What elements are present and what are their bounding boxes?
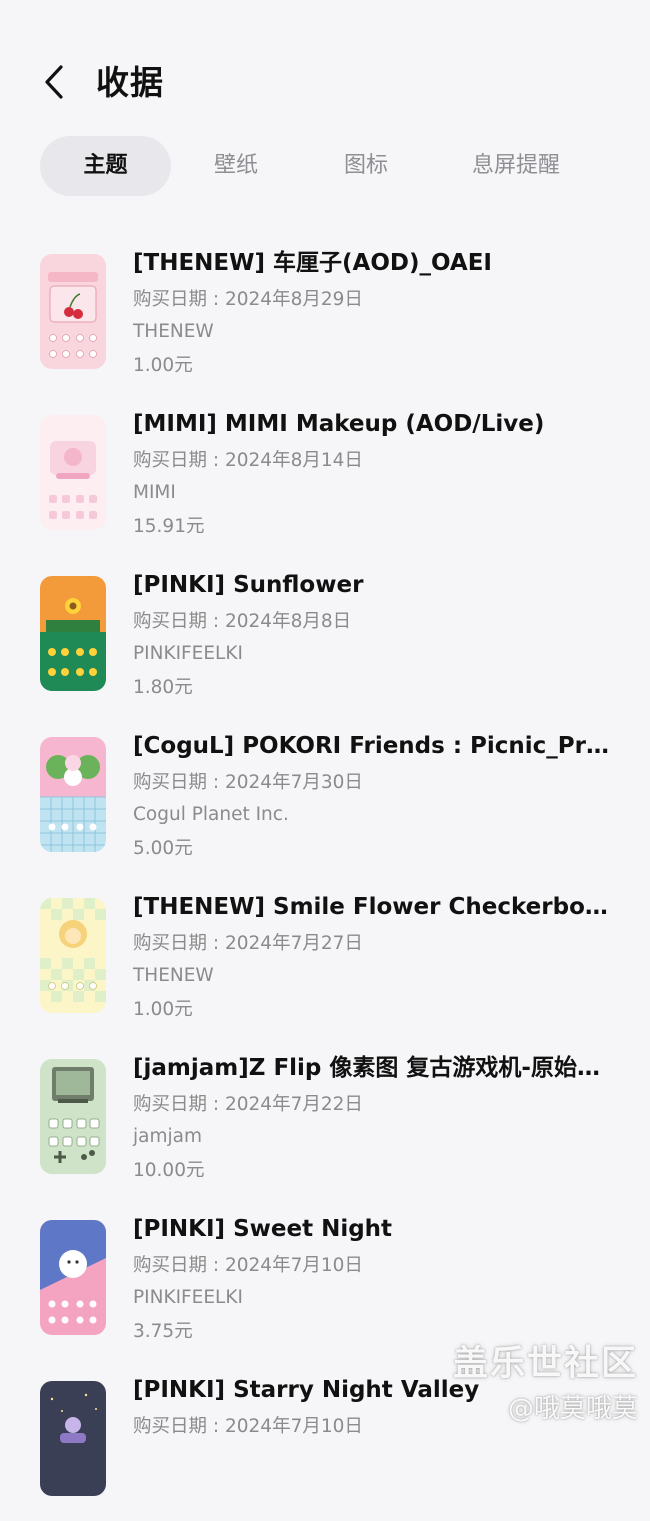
watermark-user: @哦莫哦莫 <box>507 1394 638 1424</box>
watermark-brand: 盖乐世社区 <box>452 1344 638 1384</box>
item-title: [MIMI] MIMI Makeup (AOD/Live) <box>133 411 545 437</box>
price: 1.00元 <box>133 355 193 376</box>
price: 3.75元 <box>133 1321 193 1342</box>
theme-thumbnail <box>40 737 106 852</box>
purchase-date: 购买日期 : 2024年7月27日 <box>133 933 363 954</box>
vendor-name: jamjam <box>133 1126 202 1147</box>
vendor-name: Cogul Planet Inc. <box>133 804 289 825</box>
list-item[interactable]: [PINKI] Sweet Night 购买日期 : 2024年7月10日 PI… <box>0 1199 650 1360</box>
watermark: 盖乐世社区 @哦莫哦莫 <box>453 1342 638 1426</box>
vendor-name: MIMI <box>133 482 176 503</box>
list-item[interactable]: [CoguL] POKORI Friends : Picnic_Premium … <box>0 716 650 877</box>
list-item[interactable]: [jamjam]Z Flip 像素图 复古游戏机-原始版本 购买日期 : 202… <box>0 1038 650 1199</box>
tab-themes[interactable]: 主题 <box>40 136 171 196</box>
tab-bar: 主题 壁纸 图标 息屏提醒 <box>40 136 620 196</box>
theme-thumbnail <box>40 1381 106 1496</box>
purchase-date: 购买日期 : 2024年7月22日 <box>133 1094 363 1115</box>
price: 15.91元 <box>133 516 205 537</box>
theme-preview-image <box>40 254 106 369</box>
theme-preview-image <box>40 1220 106 1335</box>
item-title: [CoguL] POKORI Friends : Picnic_Premium <box>133 733 611 759</box>
purchase-date: 购买日期 : 2024年8月8日 <box>133 611 352 632</box>
item-title: [THENEW] Smile Flower Checkerboard (AOD) <box>133 894 611 920</box>
item-title: [PINKI] Sweet Night <box>133 1216 393 1242</box>
list-item[interactable]: [THENEW] Smile Flower Checkerboard (AOD)… <box>0 877 650 1038</box>
back-button[interactable] <box>36 62 72 102</box>
tab-aod[interactable]: 息屏提醒 <box>431 136 601 196</box>
chevron-left-icon <box>45 65 63 99</box>
vendor-name: PINKIFEELKI <box>133 1287 243 1308</box>
list-item[interactable]: [PINKI] Sunflower 购买日期 : 2024年8月8日 PINKI… <box>0 555 650 716</box>
item-title: [PINKI] Sunflower <box>133 572 364 598</box>
theme-preview-image <box>40 576 106 691</box>
price: 10.00元 <box>133 1160 205 1181</box>
purchase-date: 购买日期 : 2024年8月14日 <box>133 450 363 471</box>
theme-preview-image <box>40 1381 106 1496</box>
item-title: [jamjam]Z Flip 像素图 复古游戏机-原始版本 <box>133 1055 611 1081</box>
price: 5.00元 <box>133 838 193 859</box>
tab-icons[interactable]: 图标 <box>301 136 431 196</box>
price: 1.80元 <box>133 677 193 698</box>
purchase-date: 购买日期 : 2024年8月29日 <box>133 289 363 310</box>
purchase-date: 购买日期 : 2024年7月30日 <box>133 772 363 793</box>
theme-preview-image <box>40 898 106 1013</box>
vendor-name: THENEW <box>133 965 214 986</box>
vendor-name: THENEW <box>133 321 214 342</box>
header: 收据 <box>0 50 650 116</box>
theme-thumbnail <box>40 1220 106 1335</box>
item-title: [THENEW] 车厘子(AOD)_OAEI <box>133 250 492 276</box>
purchase-date: 购买日期 : 2024年7月10日 <box>133 1255 363 1276</box>
list-item[interactable]: [MIMI] MIMI Makeup (AOD/Live) 购买日期 : 202… <box>0 394 650 555</box>
price: 1.00元 <box>133 999 193 1020</box>
theme-thumbnail <box>40 898 106 1013</box>
theme-thumbnail <box>40 576 106 691</box>
vendor-name: PINKIFEELKI <box>133 643 243 664</box>
theme-preview-image <box>40 415 106 530</box>
tab-wallpapers[interactable]: 壁纸 <box>171 136 301 196</box>
theme-thumbnail <box>40 1059 106 1174</box>
theme-thumbnail <box>40 415 106 530</box>
list-item[interactable]: [THENEW] 车厘子(AOD)_OAEI 购买日期 : 2024年8月29日… <box>0 233 650 394</box>
page-title: 收据 <box>96 63 164 102</box>
theme-preview-image <box>40 1059 106 1174</box>
purchase-date: 购买日期 : 2024年7月10日 <box>133 1416 363 1437</box>
theme-preview-image <box>40 737 106 852</box>
theme-thumbnail <box>40 254 106 369</box>
